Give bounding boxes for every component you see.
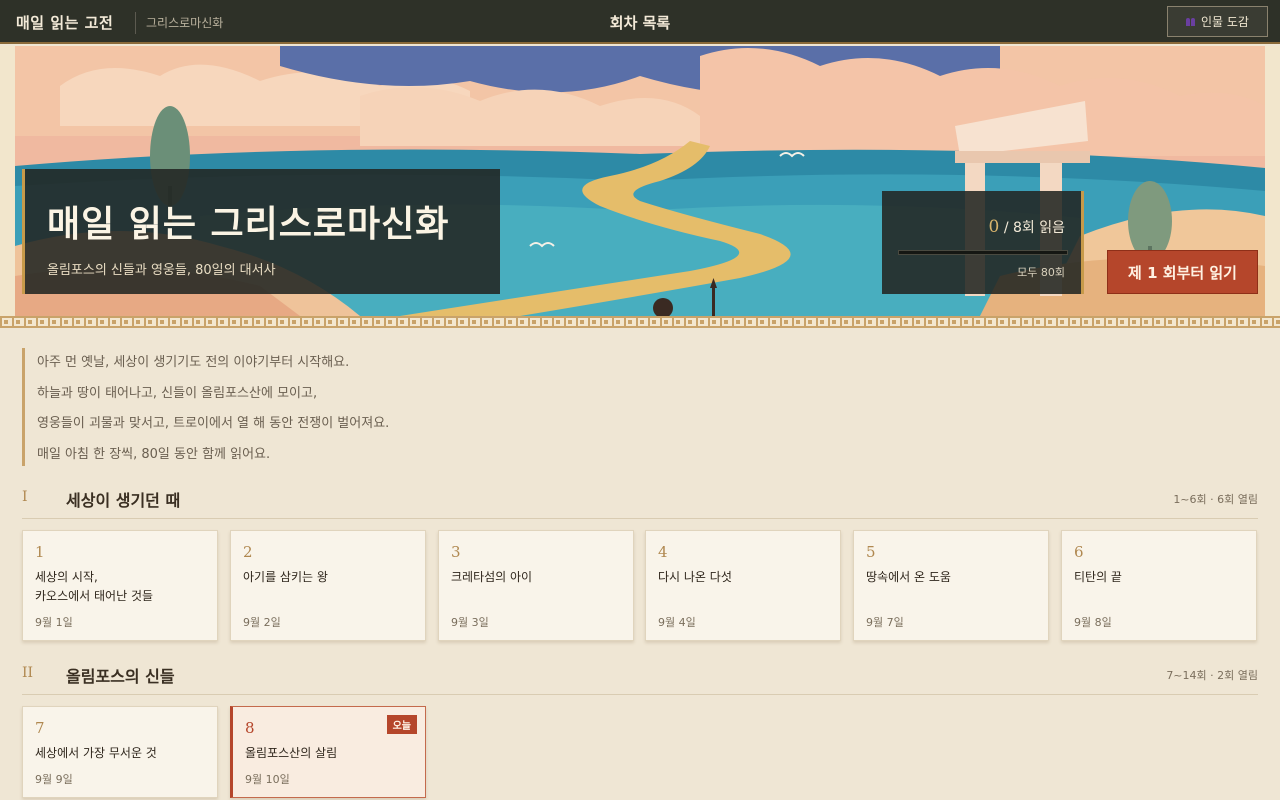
episode-number: 3 [451,543,461,561]
progress-sep: / [999,220,1013,236]
episode-title: 올림포스산의 살림 [245,746,338,760]
progress-bar [898,250,1068,255]
episode-date: 9월 10일 [245,773,290,786]
people-icon [1186,17,1195,26]
section-title: 세상이 생기던 때 [66,491,181,510]
episode-number: 1 [35,543,45,561]
page-title: 회차 목록 [609,14,671,32]
hero-title-box: 매일 읽는 그리스로마신화 올림포스의 신들과 영웅들, 80일의 대서사 [22,169,500,294]
meander-border [0,316,1280,328]
section-header: II 올림포스의 신들 7~14회 · 2회 열림 [22,665,1258,695]
intro-line: 하늘과 땅이 태어나고, 신들이 올림포스산에 모이고, [37,385,318,401]
episode-number: 7 [35,719,45,737]
episode-date: 9월 7일 [866,616,904,629]
episode-card[interactable]: 6 티탄의 끝 9월 8일 [1061,530,1257,641]
intro-line: 영웅들이 괴물과 맞서고, 트로이에서 열 해 동안 전쟁이 벌어져요. [37,416,390,431]
episode-number: 8 [245,719,255,737]
episode-date: 9월 3일 [451,616,489,629]
reading-progress: 0 / 8회 읽음 모두 80회 [882,191,1084,294]
episode-card[interactable]: 5 땅속에서 온 도움 9월 7일 [853,530,1049,641]
section-title: 올림포스의 신들 [66,667,175,686]
episode-title: 세상의 시작, 카오스에서 태어난 것들 [35,570,154,603]
section-meta: 7~14회 · 2회 열림 [1166,669,1258,682]
episode-card[interactable]: 1 세상의 시작, 카오스에서 태어난 것들 9월 1일 [22,530,218,641]
episode-title: 땅속에서 온 도움 [866,570,951,584]
start-reading-button[interactable]: 제 1 회부터 읽기 [1107,250,1258,294]
episode-number: 5 [866,543,876,561]
hero-subtitle: 올림포스의 신들과 영웅들, 80일의 대서사 [47,263,276,278]
hero-title: 매일 읽는 그리스로마신화 [47,203,450,245]
episode-card[interactable]: 7 세상에서 가장 무서운 것 9월 9일 [22,706,218,798]
episode-number: 4 [658,543,668,561]
episode-card[interactable]: 3 크레타섬의 아이 9월 3일 [438,530,634,641]
episode-title: 크레타섬의 아이 [451,570,533,584]
section-numeral: II [22,665,34,681]
intro-line: 아주 먼 옛날, 세상이 생기기도 전의 이야기부터 시작해요. [37,355,350,370]
episode-date: 9월 2일 [243,616,281,629]
episode-card-today[interactable]: 8 오늘 올림포스산의 살림 9월 10일 [230,706,426,798]
section-meta: 1~6회 · 6회 열림 [1173,493,1258,506]
people-guide-label: 인물 도감 [1201,15,1249,29]
top-bar: 매일 읽는 고전 그리스로마신화 회차 목록 인물 도감 [0,0,1280,44]
section-header: I 세상이 생기던 때 1~6회 · 6회 열림 [22,489,1258,519]
episode-title: 다시 나온 다섯 [658,570,732,584]
progress-count: 0 / 8회 읽음 [989,217,1065,237]
episode-number: 2 [243,543,253,561]
intro-text: 아주 먼 옛날, 세상이 생기기도 전의 이야기부터 시작해요. 하늘과 땅이 … [22,348,622,466]
episode-title: 세상에서 가장 무서운 것 [35,746,157,760]
intro-line: 매일 아침 한 장씩, 80일 동안 함께 읽어요. [37,446,271,462]
episode-title: 티탄의 끝 [1074,570,1122,584]
people-guide-button[interactable]: 인물 도감 [1167,6,1268,37]
section-numeral: I [22,489,28,505]
progress-all-label: 모두 80회 [1017,266,1065,279]
episode-date: 9월 8일 [1074,616,1112,629]
episode-card[interactable]: 4 다시 나온 다섯 9월 4일 [645,530,841,641]
progress-read: 0 [988,217,1000,237]
episode-date: 9월 4일 [658,616,696,629]
episode-date: 9월 9일 [35,773,73,786]
episode-date: 9월 1일 [35,616,73,629]
episode-title: 아기를 삼키는 왕 [243,570,328,584]
hero-banner: 매일 읽는 그리스로마신화 올림포스의 신들과 영웅들, 80일의 대서사 0 … [0,46,1280,316]
today-badge: 오늘 [386,715,417,734]
episode-number: 6 [1074,543,1084,561]
episode-card[interactable]: 2 아기를 삼키는 왕 9월 2일 [230,530,426,641]
progress-total: 8회 읽음 [1013,220,1065,236]
